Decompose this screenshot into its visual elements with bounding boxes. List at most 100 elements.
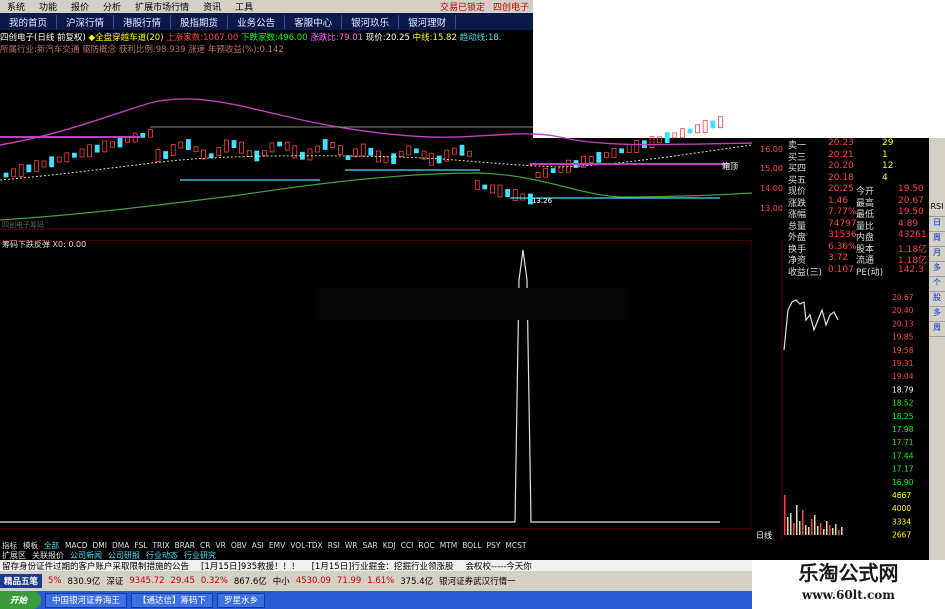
news-ticker[interactable]: 留存身份证件过期的客户账户采取限制措施的公告 [1月15日]935救援！！！ [… xyxy=(0,560,752,572)
taskbar-item[interactable]: 中国银河证券海王 xyxy=(45,592,128,608)
indicator-tab-vol-tdx[interactable]: VOL-TDX xyxy=(290,541,322,550)
candlestick xyxy=(550,168,556,173)
candlestick xyxy=(239,141,245,154)
stat-value: 43261 xyxy=(898,230,927,240)
kline-chart[interactable]: 箱顶 13.26 四创电子筹码 S xyxy=(0,55,752,230)
indicator-tab-obv[interactable]: OBV xyxy=(231,541,247,550)
menu-item-system[interactable]: 系统 xyxy=(0,0,32,13)
indicator-tab-fsl[interactable]: FSL xyxy=(134,541,147,550)
volume-bar xyxy=(808,527,810,535)
candlestick xyxy=(322,139,328,150)
tab-home[interactable]: 我的首页 xyxy=(0,14,58,29)
ma-dotted-line xyxy=(0,144,752,181)
tool-strip-item[interactable]: 个 xyxy=(929,277,945,292)
candlestick xyxy=(718,116,723,129)
indicator-tab-vr[interactable]: VR xyxy=(215,541,225,550)
redacted-block xyxy=(316,288,628,320)
indicator-tab-cr[interactable]: CR xyxy=(200,541,210,550)
indicator-tab-kdj[interactable]: KDJ xyxy=(383,541,396,550)
menu-item-quote[interactable]: 报价 xyxy=(64,0,96,13)
tool-strip-item[interactable]: 周 xyxy=(929,232,945,247)
stock-info-line: 四创电子(日线 前复权) ◆全盘穿越车道(20) 上涨家数:1067.00 下跌… xyxy=(0,31,533,43)
zx-label: 中小 xyxy=(272,577,290,587)
mini-axis-tick: 2667 xyxy=(892,531,911,540)
indicator-tab-mtm[interactable]: MTM xyxy=(440,541,458,550)
news-item[interactable]: [1月15日]935救援！！！ xyxy=(201,560,300,572)
tab-hk-market[interactable]: 港股行情 xyxy=(114,14,172,29)
taskbar-item[interactable]: 【通达信】筹码下 xyxy=(131,592,214,608)
candlestick xyxy=(261,150,267,157)
start-button[interactable]: 开始 xyxy=(0,591,42,609)
candlestick xyxy=(687,128,693,134)
indicator-tab-dma[interactable]: DMA xyxy=(112,541,129,550)
volume-bar xyxy=(841,527,843,535)
tool-strip-item[interactable]: 月 xyxy=(929,247,945,262)
news-item[interactable]: 会权校-----今天你 xyxy=(465,560,531,572)
menu-item-analysis[interactable]: 分析 xyxy=(96,0,128,13)
tab-finance[interactable]: 银河理财 xyxy=(399,14,457,29)
candlestick xyxy=(94,144,100,153)
tool-strip-item[interactable]: 周 xyxy=(929,322,945,337)
indicator-tab-wr[interactable]: WR xyxy=(345,541,358,550)
candlestick xyxy=(147,128,153,138)
indicator-tab-emv[interactable]: EMV xyxy=(269,541,285,550)
indicator-tab-asi[interactable]: ASI xyxy=(252,541,264,550)
indicator-tab-rsi[interactable]: RSI xyxy=(328,541,340,550)
order-volume: 4 xyxy=(882,172,888,183)
tab-announcements[interactable]: 业务公告 xyxy=(228,14,286,29)
taskbar: 开始 中国银河证券海王 【通达信】筹码下 罗星水乡 xyxy=(0,591,752,609)
tool-strip-item[interactable]: 多 xyxy=(929,307,945,322)
tool-strip-item[interactable]: RSI xyxy=(929,202,945,217)
indicator-tab-cci[interactable]: CCI xyxy=(401,541,414,550)
indicator-tab-macd[interactable]: MACD xyxy=(65,541,87,550)
menu-item-ext-market[interactable]: 扩展市场行情 xyxy=(128,0,196,13)
candlestick xyxy=(558,164,564,173)
candlestick xyxy=(72,152,77,158)
candlestick xyxy=(535,172,541,178)
menu-item-function[interactable]: 功能 xyxy=(32,0,64,13)
tab-hs-market[interactable]: 沪深行情 xyxy=(57,14,115,29)
candlestick xyxy=(672,132,678,139)
indicator-tab-mcst[interactable]: MCST xyxy=(505,541,526,550)
price-label: 现价: xyxy=(365,33,386,43)
candlestick xyxy=(163,151,169,159)
period-label-daily[interactable]: 日线 xyxy=(756,530,772,541)
status-bar: 精品五笔 5% 830.9亿 深证 9345.72 29.45 0.32% 86… xyxy=(0,571,752,591)
indicator-tab-sar[interactable]: SAR xyxy=(363,541,378,550)
intraday-mini-chart[interactable]: 20.67 20.40 20.13 19.85 19.58 19.31 19.04 18.79… xyxy=(760,240,928,540)
menu-item-tools[interactable]: 工具 xyxy=(228,0,260,13)
trend-label: 趋动线: xyxy=(459,33,488,43)
stat-row: 总量 74797 量比 4.89 xyxy=(752,219,930,232)
indicator-tab-boll[interactable]: BOLL xyxy=(462,541,481,550)
stat-value: 19.50 xyxy=(898,207,924,217)
candlestick xyxy=(588,156,594,163)
low-price-label: 13.26 xyxy=(532,197,553,205)
news-item[interactable]: 留存身份证件过期的客户账户采取限制措施的公告 xyxy=(2,560,189,572)
indicator-tab-trix[interactable]: TRIX xyxy=(152,541,169,550)
volume-bar xyxy=(829,525,831,535)
mini-axis-tick: 20.40 xyxy=(892,306,914,315)
tool-strip-item[interactable]: 多 xyxy=(929,262,945,277)
ime-brand[interactable]: 精品五笔 xyxy=(0,574,43,588)
trade-lock-status[interactable]: 交易已锁定 xyxy=(440,0,485,13)
order-volume: 12 xyxy=(882,161,894,171)
mini-axis-tick: 17.98 xyxy=(892,425,914,434)
volume-bar xyxy=(835,524,837,535)
tool-strip-item[interactable]: 日 xyxy=(929,217,945,232)
menu-item-news[interactable]: 资讯 xyxy=(196,0,228,13)
indicator-chart[interactable]: 1.000.900.800.700.600.50 xyxy=(0,240,752,530)
tab-service[interactable]: 客服中心 xyxy=(285,14,343,29)
tool-strip-item[interactable]: 股 xyxy=(929,292,945,307)
indicator-tab-psy[interactable]: PSY xyxy=(487,541,501,550)
tab-yinhe-fun[interactable]: 银河玖乐 xyxy=(342,14,400,29)
news-item[interactable]: [1月15日]行业掘金：挖掘行业领涨股 xyxy=(312,560,454,572)
indicator-tab-brar[interactable]: BRAR xyxy=(175,541,195,550)
taskbar-item[interactable]: 罗星水乡 xyxy=(217,592,266,608)
watermark-title: 乐淘公式网 xyxy=(798,561,899,585)
indicator-tab-dmi[interactable]: DMI xyxy=(92,541,106,550)
volume-bar xyxy=(817,526,819,535)
mid-value: 15.82 xyxy=(432,33,457,43)
tab-futures[interactable]: 股指期货 xyxy=(171,14,229,29)
indicator-tab-roc[interactable]: ROC xyxy=(418,541,434,550)
candlestick xyxy=(360,143,366,157)
